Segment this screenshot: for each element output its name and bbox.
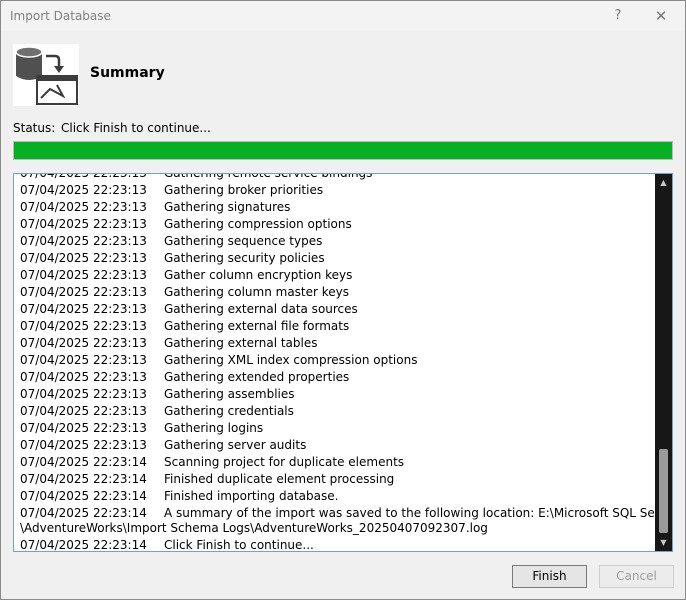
log-row: 07/04/2025 22:23:13 Gathering external fi… bbox=[14, 318, 654, 335]
log-timestamp: 07/04/2025 22:23:13 bbox=[20, 183, 147, 197]
window-title: Import Database bbox=[10, 9, 111, 23]
log-timestamp: 07/04/2025 22:23:13 bbox=[20, 353, 147, 367]
log-row: 07/04/2025 22:23:13 Gathering signatures bbox=[14, 199, 654, 216]
log-row: 07/04/2025 22:23:13 Gathering compression… bbox=[14, 216, 654, 233]
scrollbar-thumb[interactable] bbox=[659, 449, 668, 533]
log-timestamp: 07/04/2025 22:23:13 bbox=[20, 387, 147, 401]
log-message: Gathering remote service bindings bbox=[164, 173, 373, 180]
progress-fill bbox=[14, 142, 672, 159]
log-message: Gathering sequence types bbox=[164, 234, 323, 248]
log-timestamp: 07/04/2025 22:23:13 bbox=[20, 217, 147, 231]
log-rows: 07/04/2025 22:23:13 Gathering remote serv… bbox=[14, 173, 672, 552]
database-import-icon bbox=[13, 44, 79, 106]
log-message: Gathering assemblies bbox=[164, 387, 295, 401]
log-row: 07/04/2025 22:23:13 Gathering assemblies bbox=[14, 386, 654, 403]
log-message: Gathering external tables bbox=[164, 336, 318, 350]
log-message: Gathering signatures bbox=[164, 200, 291, 214]
scroll-up-icon[interactable]: ▲ bbox=[655, 174, 672, 191]
log-timestamp: 07/04/2025 22:23:14 bbox=[20, 472, 147, 486]
log-timestamp: 07/04/2025 22:23:13 bbox=[20, 370, 147, 384]
log-message: Gathering extended properties bbox=[164, 370, 350, 384]
log-message: Gathering broker priorities bbox=[164, 183, 324, 197]
log-message: Gathering compression options bbox=[164, 217, 352, 231]
log-message: Gathering server audits bbox=[164, 438, 307, 452]
log-message: Gathering external file formats bbox=[164, 319, 350, 333]
log-row: 07/04/2025 22:23:13 Gathering credentials bbox=[14, 403, 654, 420]
log-timestamp: 07/04/2025 22:23:14 bbox=[20, 489, 147, 503]
cancel-button[interactable]: Cancel bbox=[599, 565, 674, 588]
import-database-dialog: Import Database ? ✕ Summary Status: Clic… bbox=[0, 0, 686, 600]
log-row: 07/04/2025 22:23:13 Gathering external da… bbox=[14, 301, 654, 318]
log-row: 07/04/2025 22:23:13 Gathering security po… bbox=[14, 250, 654, 267]
log-timestamp: 07/04/2025 22:23:14 bbox=[20, 538, 147, 552]
log-timestamp: 07/04/2025 22:23:13 bbox=[20, 173, 147, 180]
log-row: 07/04/2025 22:23:13 Gathering external ta… bbox=[14, 335, 654, 352]
log-row: 07/04/2025 22:23:13 Gathering column mast… bbox=[14, 284, 654, 301]
log-message: Gathering external data sources bbox=[164, 302, 358, 316]
log-timestamp: 07/04/2025 22:23:13 bbox=[20, 268, 147, 282]
log-row: 07/04/2025 22:23:13 Gathering XML index c… bbox=[14, 352, 654, 369]
log-message: Gathering logins bbox=[164, 421, 264, 435]
log-message: Click Finish to continue... bbox=[164, 538, 314, 552]
log-timestamp: 07/04/2025 22:23:13 bbox=[20, 302, 147, 316]
log-message: Scanning project for duplicate elements bbox=[164, 455, 405, 469]
log-row: 07/04/2025 22:23:13 Gathering logins bbox=[14, 420, 654, 437]
finish-button[interactable]: Finish bbox=[512, 565, 587, 588]
log-message: Gathering XML index compression options bbox=[164, 353, 418, 367]
help-button[interactable]: ? bbox=[607, 5, 629, 27]
title-bar: Import Database ? ✕ bbox=[1, 1, 685, 31]
log-timestamp: 07/04/2025 22:23:13 bbox=[20, 438, 147, 452]
log-message: Gathering security policies bbox=[164, 251, 325, 265]
log-timestamp: 07/04/2025 22:23:13 bbox=[20, 421, 147, 435]
log-message: Gather column encryption keys bbox=[164, 268, 353, 282]
log-row: 07/04/2025 22:23:14 A summary of the impo… bbox=[14, 505, 672, 537]
log-message: Finished importing database. bbox=[164, 489, 339, 503]
status-text: Click Finish to continue... bbox=[61, 121, 211, 135]
log-timestamp: 07/04/2025 22:23:13 bbox=[20, 200, 147, 214]
log-row: 07/04/2025 22:23:13 Gathering sequence ty… bbox=[14, 233, 654, 250]
log-row: 07/04/2025 22:23:13 Gathering server audi… bbox=[14, 437, 654, 454]
log-timestamp: 07/04/2025 22:23:14 bbox=[20, 455, 147, 469]
status-label: Status: bbox=[13, 121, 56, 135]
log-row: 07/04/2025 22:23:13 Gathering broker prio… bbox=[14, 182, 654, 199]
log-row: 07/04/2025 22:23:13 Gather column encrypt… bbox=[14, 267, 654, 284]
log-timestamp: 07/04/2025 22:23:13 bbox=[20, 234, 147, 248]
log-list[interactable]: 07/04/2025 22:23:13 Gathering remote serv… bbox=[13, 173, 673, 552]
log-row: 07/04/2025 22:23:14 Finished importing da… bbox=[14, 488, 654, 505]
close-button[interactable]: ✕ bbox=[648, 5, 674, 27]
scroll-down-icon[interactable]: ▼ bbox=[655, 534, 672, 551]
log-row: 07/04/2025 22:23:14 Finished duplicate el… bbox=[14, 471, 654, 488]
log-message: Finished duplicate element processing bbox=[164, 472, 395, 486]
log-timestamp: 07/04/2025 22:23:13 bbox=[20, 285, 147, 299]
log-row: 07/04/2025 22:23:13 Gathering remote serv… bbox=[14, 173, 654, 182]
log-timestamp: 07/04/2025 22:23:13 bbox=[20, 319, 147, 333]
page-title: Summary bbox=[90, 65, 165, 81]
log-row: 07/04/2025 22:23:13 Gathering extended pr… bbox=[14, 369, 654, 386]
log-timestamp: 07/04/2025 22:23:13 bbox=[20, 336, 147, 350]
log-row: 07/04/2025 22:23:14 Click Finish to conti… bbox=[14, 537, 654, 552]
log-message: Gathering credentials bbox=[164, 404, 294, 418]
progress-bar bbox=[13, 141, 673, 160]
log-timestamp: 07/04/2025 22:23:13 bbox=[20, 404, 147, 418]
log-row: 07/04/2025 22:23:14 Scanning project for … bbox=[14, 454, 654, 471]
log-message: Gathering column master keys bbox=[164, 285, 350, 299]
log-timestamp: 07/04/2025 22:23:13 bbox=[20, 251, 147, 265]
log-message-continuation: \AdventureWorks\Import Schema Logs\Adven… bbox=[20, 521, 488, 535]
vertical-scrollbar[interactable]: ▲ ▼ bbox=[655, 174, 672, 551]
